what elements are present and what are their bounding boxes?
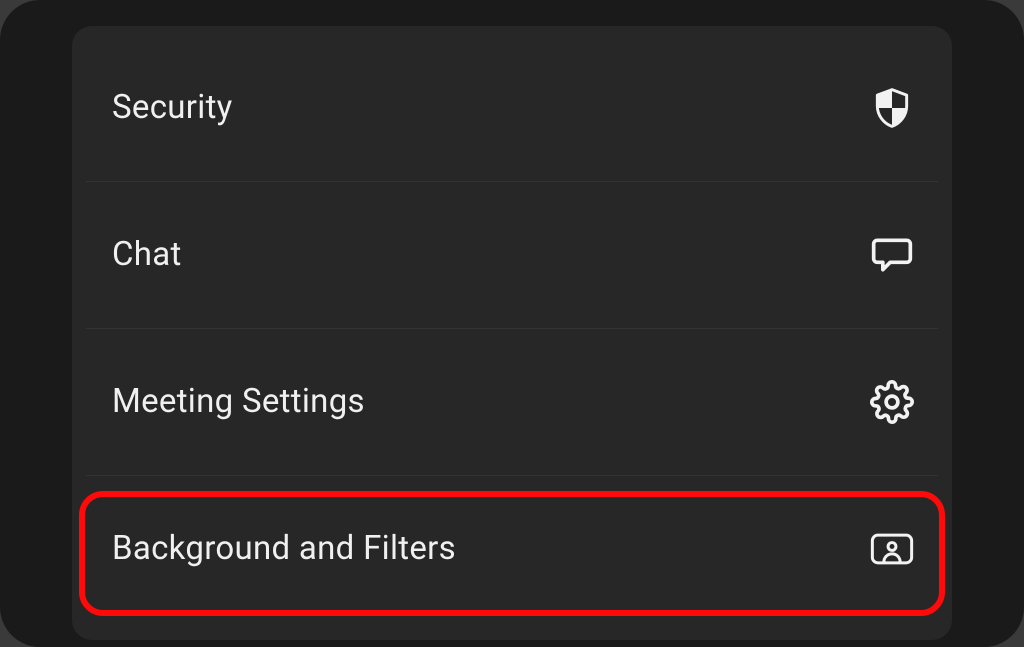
shield-icon <box>868 84 916 132</box>
gear-icon <box>868 378 916 426</box>
menu-item-chat[interactable]: Chat <box>72 181 952 328</box>
menu-item-label: Background and Filters <box>112 529 456 568</box>
person-frame-icon <box>868 525 916 573</box>
chat-icon <box>868 231 916 279</box>
menu-item-label: Security <box>112 88 233 127</box>
settings-menu-panel: Security Chat <box>72 26 952 640</box>
menu-item-background-and-filters[interactable]: Background and Filters <box>72 475 952 622</box>
menu-item-meeting-settings[interactable]: Meeting Settings <box>72 328 952 475</box>
menu-item-security[interactable]: Security <box>72 34 952 181</box>
menu-item-label: Chat <box>112 235 182 274</box>
app-window: Security Chat <box>0 0 1024 647</box>
menu-item-label: Meeting Settings <box>112 382 365 421</box>
